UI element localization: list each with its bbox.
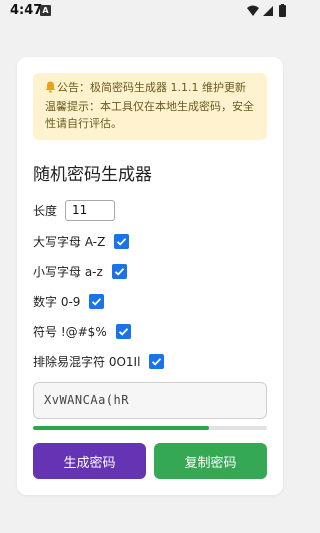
strength-bar [33, 426, 267, 430]
length-input[interactable]: 11 [65, 199, 116, 221]
option-label: 大写字母 A-Z [33, 234, 106, 249]
symbols-checkbox[interactable] [115, 323, 131, 339]
generate-password-button[interactable]: 生成密码 [33, 443, 146, 479]
wifi-icon [247, 5, 259, 16]
length-row: 长度 11 [33, 199, 116, 221]
option-symbols: 符号 !@#$% [33, 320, 131, 342]
option-label: 数字 0-9 [33, 294, 81, 309]
exclude-ambiguous-checkbox[interactable] [149, 353, 165, 369]
digits-checkbox[interactable] [89, 293, 105, 309]
option-exclude-ambiguous: 排除易混字符 0O1Il [33, 350, 165, 372]
announcement-text: 公告：极简密码生成器 1.1.1 维护更新 温馨提示：本工具仅在本地生成密码，安… [45, 81, 254, 130]
option-uppercase: 大写字母 A-Z [33, 230, 130, 252]
cellular-icon [263, 6, 273, 16]
status-time: 4:47 [10, 3, 43, 18]
strength-bar-fill [33, 426, 209, 430]
announcement-banner: 公告：极简密码生成器 1.1.1 维护更新 温馨提示：本工具仅在本地生成密码，安… [33, 73, 267, 140]
page-title: 随机密码生成器 [33, 165, 152, 185]
lowercase-checkbox[interactable] [111, 263, 127, 279]
uppercase-checkbox[interactable] [114, 233, 130, 249]
bell-icon [45, 81, 56, 98]
app-notification-icon: A [40, 5, 51, 16]
copy-password-button[interactable]: 复制密码 [154, 443, 267, 479]
option-lowercase: 小写字母 a-z [33, 260, 127, 282]
option-label: 符号 !@#$% [33, 324, 107, 339]
status-bar: 4:47 A [0, 0, 300, 22]
generator-card: 公告：极简密码生成器 1.1.1 维护更新 温馨提示：本工具仅在本地生成密码，安… [17, 57, 283, 495]
option-label: 排除易混字符 0O1Il [33, 354, 141, 369]
option-label: 小写字母 a-z [33, 264, 103, 279]
password-output[interactable]: XvWANCAa(hR [33, 382, 267, 419]
status-icons [246, 4, 292, 18]
option-digits: 数字 0-9 [33, 290, 105, 312]
length-label: 长度 [33, 203, 58, 218]
battery-icon [279, 5, 286, 17]
